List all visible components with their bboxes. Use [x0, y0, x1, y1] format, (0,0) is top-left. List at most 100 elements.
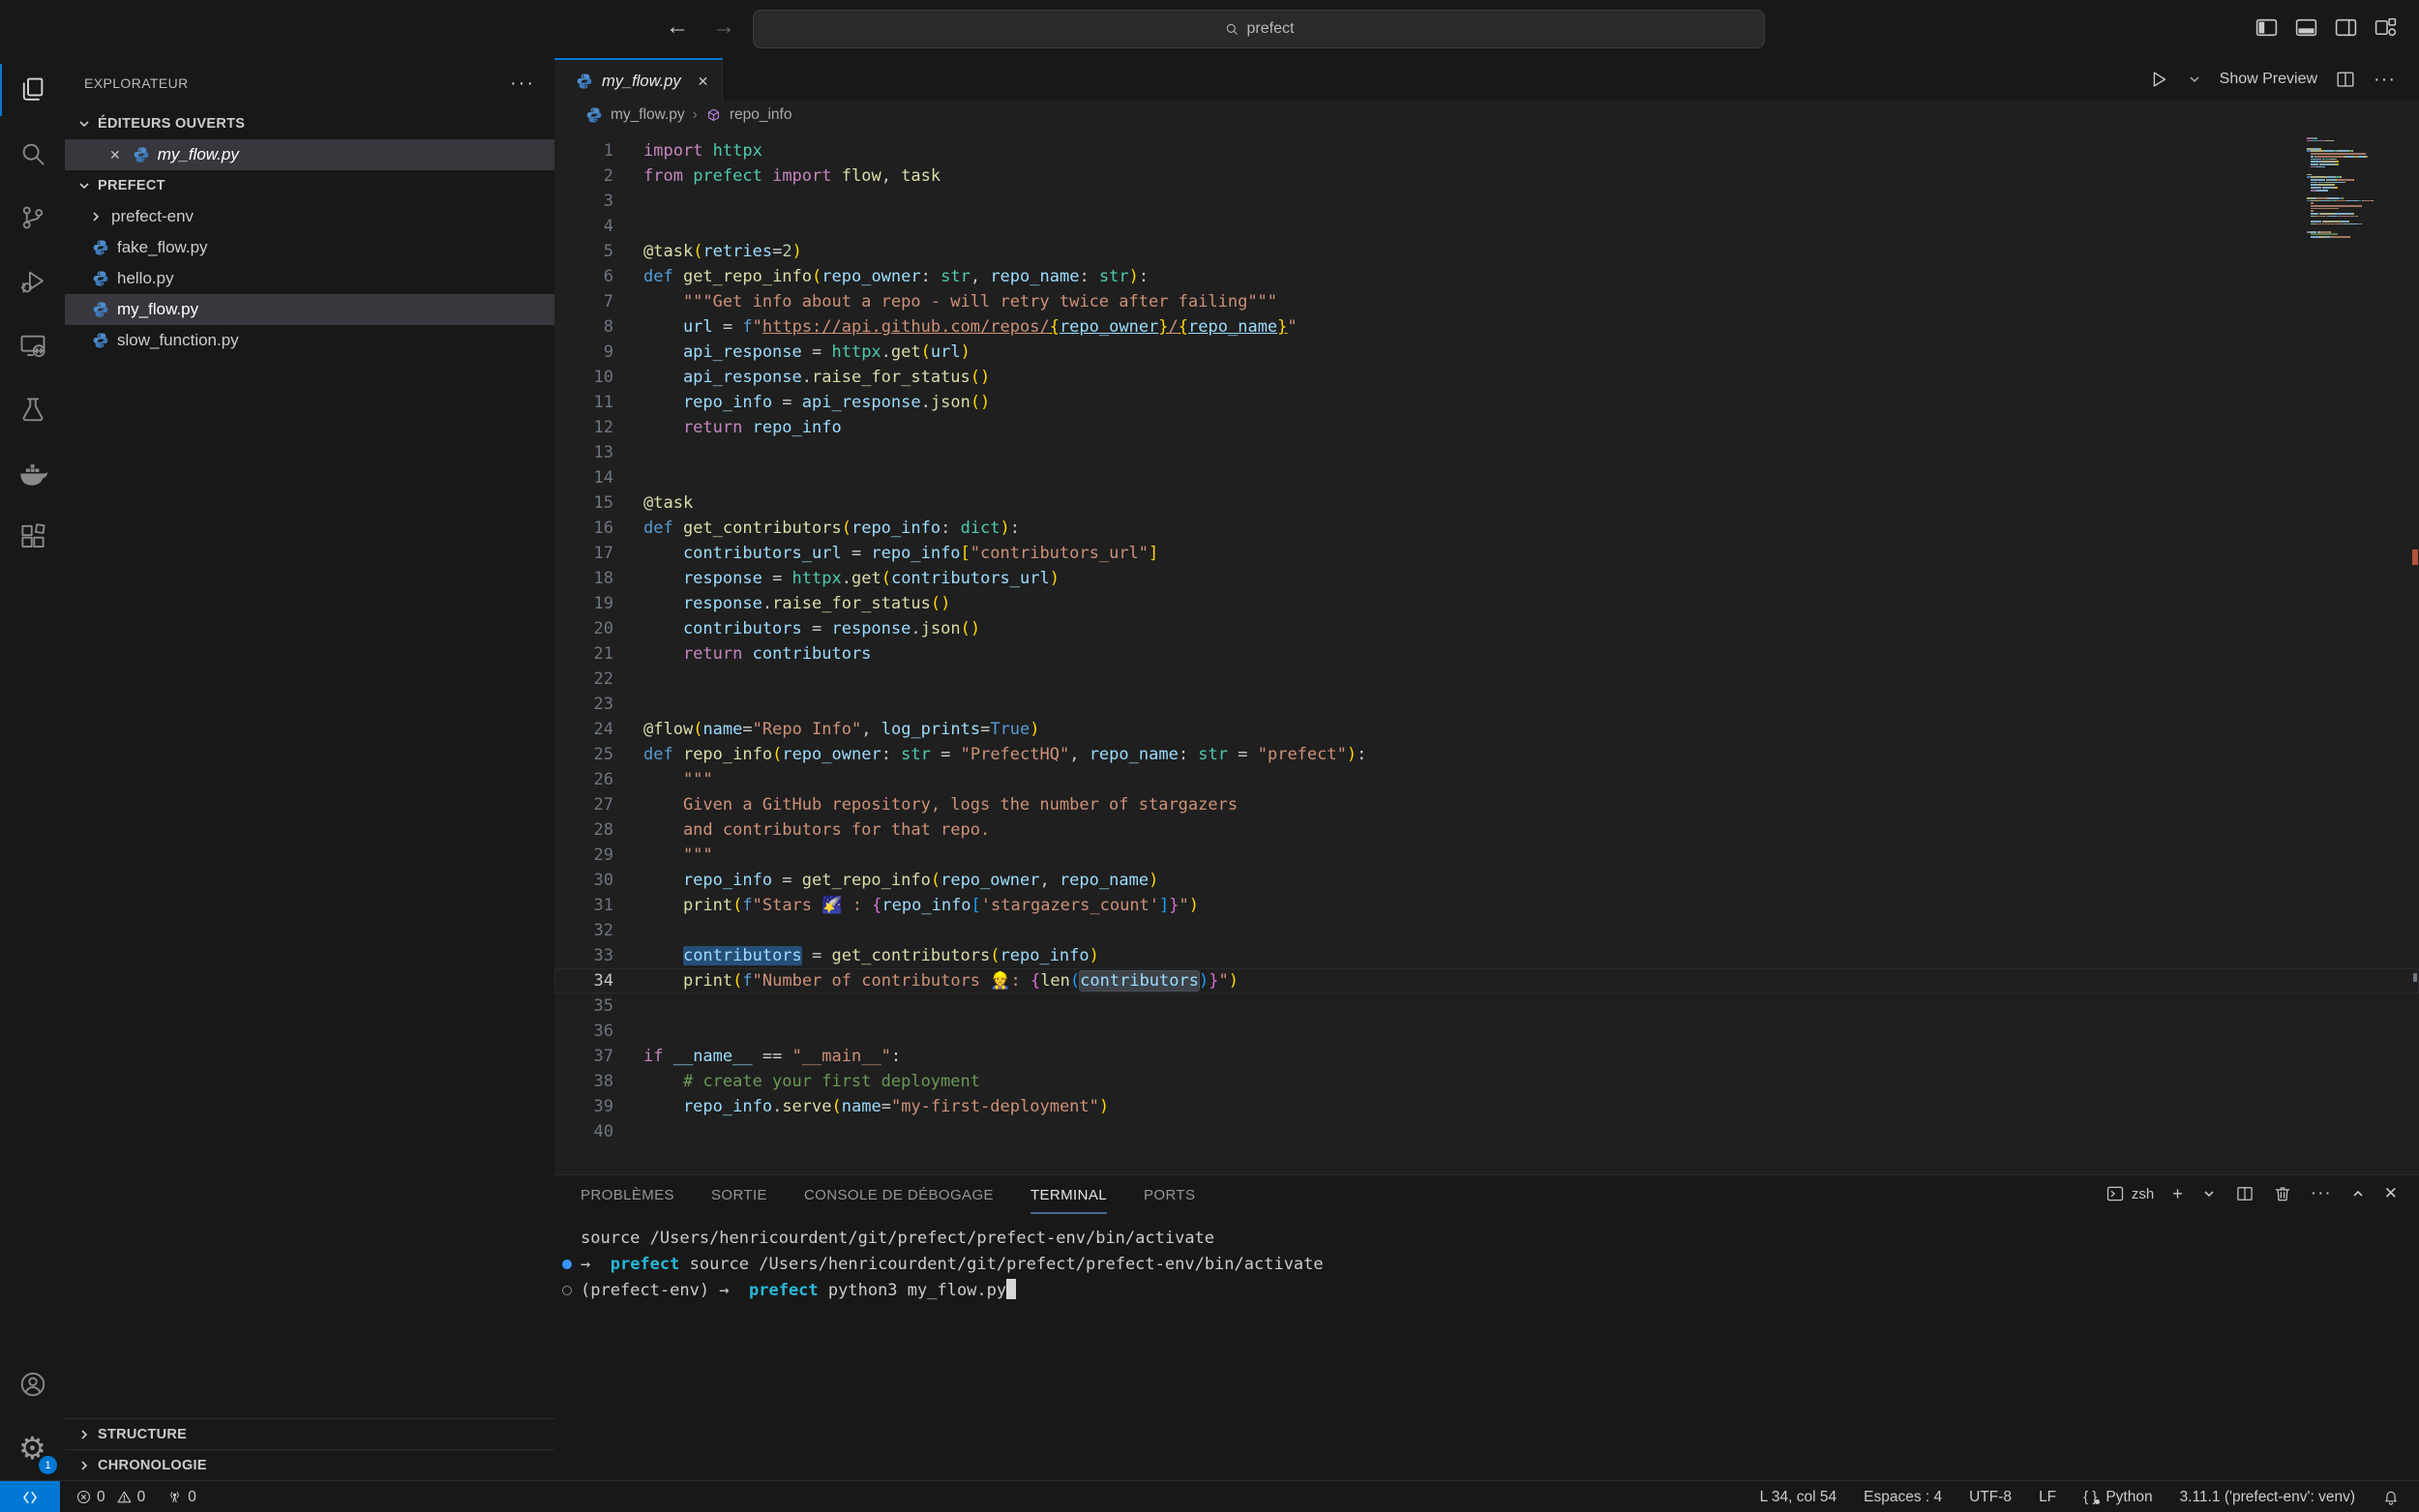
line-number[interactable]: 18 [554, 566, 613, 591]
navigate-back-icon[interactable]: ← [666, 14, 689, 41]
run-and-debug-icon[interactable] [0, 250, 65, 313]
navigate-forward-icon[interactable]: → [712, 14, 735, 41]
panel-more-actions-icon[interactable]: ··· [2311, 1183, 2332, 1204]
breadcrumb-file[interactable]: my_flow.py [611, 106, 685, 124]
tree-item-prefect-env[interactable]: prefect-env [65, 201, 554, 232]
line-number[interactable]: 25 [554, 742, 613, 767]
split-terminal-icon[interactable] [2235, 1184, 2255, 1203]
customize-layout-icon[interactable] [2374, 15, 2398, 40]
line-number[interactable]: 3 [554, 189, 613, 214]
line-number[interactable]: 38 [554, 1069, 613, 1094]
line-number[interactable]: 21 [554, 641, 613, 667]
line-number[interactable]: 36 [554, 1019, 613, 1044]
line-number[interactable]: 14 [554, 465, 613, 490]
extensions-icon[interactable] [0, 505, 65, 569]
testing-icon[interactable] [0, 377, 65, 441]
terminal-dropdown-chevron-icon[interactable] [2201, 1186, 2217, 1201]
explorer-more-actions-icon[interactable]: ··· [510, 73, 535, 95]
search-view-icon[interactable] [0, 122, 65, 186]
tab-close-icon[interactable]: ✕ [698, 74, 709, 90]
close-panel-icon[interactable]: ✕ [2384, 1184, 2398, 1203]
open-editor-item-my-flow[interactable]: ✕ my_flow.py [65, 139, 554, 170]
line-number[interactable]: 30 [554, 868, 613, 893]
cursor-position[interactable]: L 34, col 54 [1760, 1489, 1837, 1506]
close-icon[interactable]: ✕ [109, 147, 121, 163]
encoding[interactable]: UTF-8 [1969, 1489, 2012, 1506]
line-number[interactable]: 32 [554, 918, 613, 943]
explorer-icon[interactable] [0, 58, 65, 122]
tree-item-slow_function.py[interactable]: slow_function.py [65, 325, 554, 356]
kill-terminal-trash-icon[interactable] [2273, 1184, 2292, 1203]
line-number[interactable]: 1 [554, 138, 613, 163]
line-number[interactable]: 34 [554, 968, 613, 993]
problems-status[interactable]: 0 0 [75, 1489, 145, 1506]
code-editor[interactable]: 1import httpx2from prefect import flow, … [554, 130, 2419, 1175]
docker-icon[interactable] [0, 441, 65, 505]
command-decoration-icon[interactable] [562, 1286, 572, 1295]
line-number[interactable]: 5 [554, 239, 613, 264]
run-dropdown-chevron-icon[interactable] [2187, 72, 2202, 87]
line-number[interactable]: 7 [554, 289, 613, 314]
toggle-sidebar-right-icon[interactable] [2334, 15, 2358, 40]
line-number[interactable]: 27 [554, 792, 613, 817]
line-number[interactable]: 39 [554, 1094, 613, 1119]
project-section[interactable]: PREFECT [65, 170, 554, 201]
line-number[interactable]: 37 [554, 1044, 613, 1069]
remote-indicator[interactable] [0, 1481, 60, 1512]
line-number[interactable]: 4 [554, 214, 613, 239]
new-terminal-icon[interactable]: + [2172, 1185, 2183, 1202]
toggle-panel-bottom-icon[interactable] [2294, 15, 2318, 40]
editor-more-actions-icon[interactable]: ··· [2374, 69, 2396, 91]
panel-tab-console de débogage[interactable]: CONSOLE DE DÉBOGAGE [804, 1187, 994, 1214]
settings-gear-icon[interactable]: ⚙ 1 [0, 1416, 65, 1480]
panel-tab-problèmes[interactable]: PROBLÈMES [581, 1187, 674, 1214]
terminal-shell-chip[interactable]: zsh [2105, 1184, 2154, 1203]
split-editor-icon[interactable] [2335, 69, 2356, 90]
line-number[interactable]: 24 [554, 717, 613, 742]
tab-my-flow-py[interactable]: my_flow.py ✕ [554, 58, 723, 103]
line-number[interactable]: 8 [554, 314, 613, 340]
notifications-bell-icon[interactable] [2382, 1489, 2400, 1506]
line-number[interactable]: 35 [554, 993, 613, 1019]
line-number[interactable]: 15 [554, 490, 613, 516]
line-number[interactable]: 16 [554, 516, 613, 541]
line-number[interactable]: 6 [554, 264, 613, 289]
panel-tab-ports[interactable]: PORTS [1144, 1187, 1195, 1214]
line-number[interactable]: 19 [554, 591, 613, 616]
command-decoration-icon[interactable] [562, 1260, 572, 1269]
tree-item-my_flow.py[interactable]: my_flow.py [65, 294, 554, 325]
line-number[interactable]: 28 [554, 817, 613, 843]
eol-sequence[interactable]: LF [2039, 1489, 2056, 1506]
line-number[interactable]: 26 [554, 767, 613, 792]
line-number[interactable]: 13 [554, 440, 613, 465]
minimap[interactable] [2307, 137, 2384, 242]
line-number[interactable]: 2 [554, 163, 613, 189]
overview-ruler[interactable] [2411, 130, 2419, 1175]
line-number[interactable]: 17 [554, 541, 613, 566]
ports-status[interactable]: 0 [166, 1489, 196, 1506]
timeline-section[interactable]: CHRONOLOGIE [65, 1449, 554, 1480]
line-number[interactable]: 22 [554, 667, 613, 692]
show-preview-button[interactable]: Show Preview [2220, 71, 2317, 88]
source-control-icon[interactable] [0, 186, 65, 250]
remote-explorer-icon[interactable] [0, 313, 65, 377]
structure-section[interactable]: STRUCTURE [65, 1418, 554, 1449]
indentation[interactable]: Espaces : 4 [1864, 1489, 1942, 1506]
panel-tab-sortie[interactable]: SORTIE [711, 1187, 767, 1214]
python-interpreter[interactable]: 3.11.1 ('prefect-env': venv) [2180, 1489, 2355, 1506]
terminal-output[interactable]: source /Users/henricourdent/git/prefect/… [554, 1226, 2419, 1304]
open-editors-section[interactable]: ÉDITEURS OUVERTS [65, 108, 554, 139]
maximize-panel-icon[interactable] [2350, 1186, 2366, 1201]
line-number[interactable]: 31 [554, 893, 613, 918]
account-icon[interactable] [0, 1352, 65, 1416]
tree-item-fake_flow.py[interactable]: fake_flow.py [65, 232, 554, 263]
run-python-file-icon[interactable] [2148, 69, 2169, 90]
breadcrumb-symbol[interactable]: repo_info [730, 106, 792, 124]
command-center-search[interactable]: prefect [753, 10, 1765, 48]
line-number[interactable]: 20 [554, 616, 613, 641]
line-number[interactable]: 10 [554, 365, 613, 390]
language-mode[interactable]: { } Python [2083, 1489, 2152, 1506]
line-number[interactable]: 12 [554, 415, 613, 440]
toggle-sidebar-left-icon[interactable] [2255, 15, 2279, 40]
panel-tab-terminal[interactable]: TERMINAL [1030, 1187, 1107, 1214]
